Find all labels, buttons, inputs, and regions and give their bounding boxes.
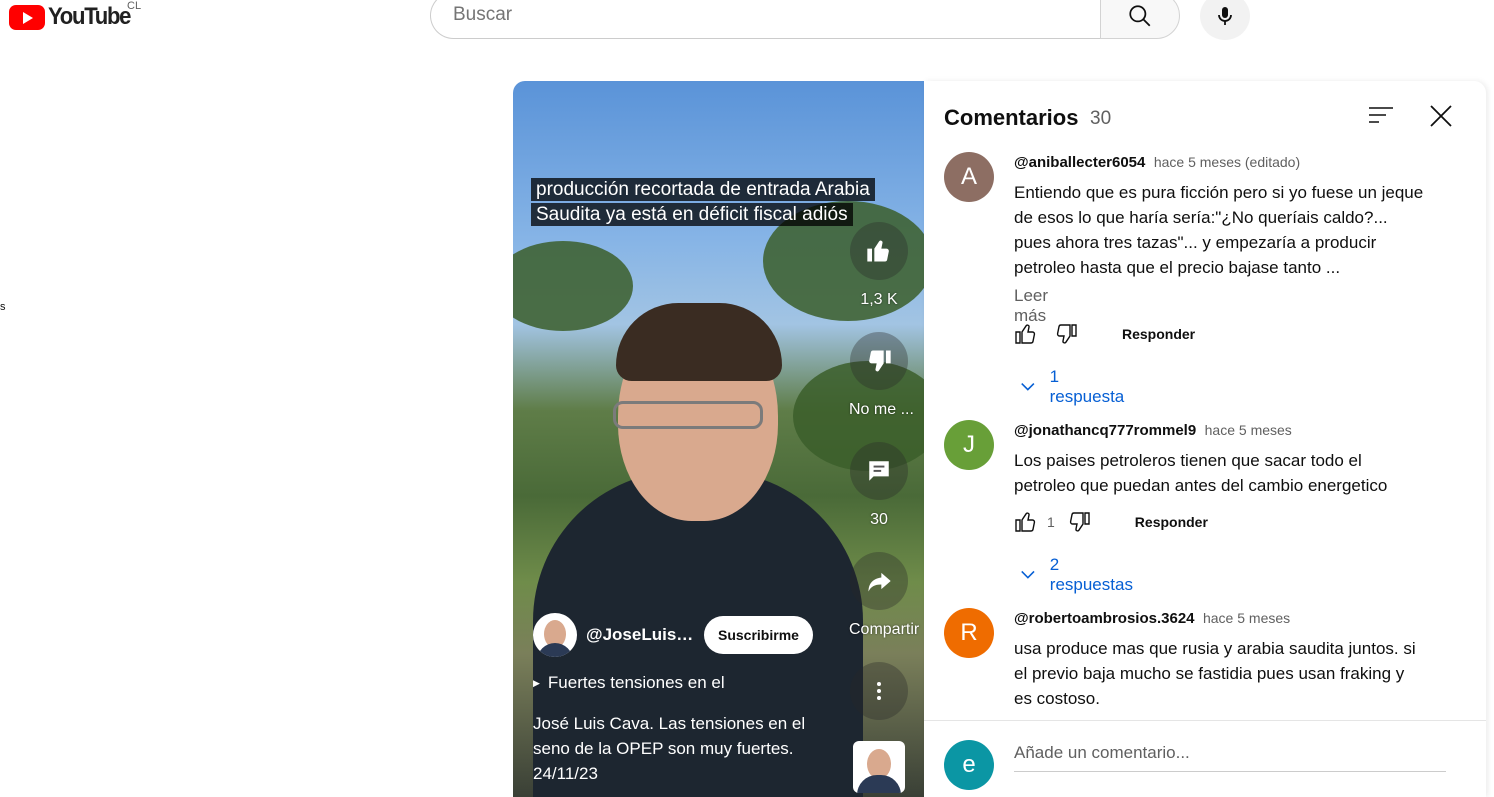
comment-avatar[interactable]: A <box>944 152 994 202</box>
search-box <box>430 0 1100 39</box>
comment-text: Entiendo que es pura ficción pero si yo … <box>1014 183 1424 277</box>
search-button[interactable] <box>1100 0 1180 39</box>
like-count: 1,3 K <box>860 291 898 308</box>
read-more-link[interactable]: Leer más <box>1014 286 1048 326</box>
current-user-avatar[interactable]: e <box>944 740 994 790</box>
comment-header: @jonathancq777rommel9 hace 5 meses <box>1014 422 1292 440</box>
youtube-play-icon <box>9 4 45 30</box>
share-button[interactable]: Compartir <box>849 552 920 639</box>
thumbs-down-icon <box>869 350 891 372</box>
comments-count: 30 <box>870 511 888 528</box>
replies-label: 2 respuestas <box>1049 555 1133 594</box>
comments-title: Comentarios <box>944 105 1079 130</box>
microphone-icon <box>1218 7 1232 25</box>
channel-thumbnail[interactable] <box>853 741 905 793</box>
share-icon <box>868 572 891 592</box>
comment-text: usa produce mas que rusia y arabia saudi… <box>1014 639 1416 708</box>
comment-avatar[interactable]: R <box>944 608 994 658</box>
comments-count-badge: 30 <box>1090 108 1112 129</box>
playlist-label: Fuertes tensiones en el <box>547 673 725 692</box>
like-button[interactable]: 1,3 K <box>849 222 909 309</box>
comment-author[interactable]: @jonathancq777rommel9 <box>1014 422 1196 439</box>
comment-author[interactable]: @robertoambrosios.3624 <box>1014 610 1195 627</box>
thumbs-up-icon <box>867 240 889 262</box>
add-comment-input[interactable] <box>1014 743 1446 772</box>
sort-icon[interactable] <box>1368 105 1394 127</box>
play-small-icon: ▶ <box>533 678 540 688</box>
channel-avatar[interactable] <box>533 613 577 657</box>
youtube-logo[interactable]: YouTube <box>9 3 137 30</box>
comment-header: @robertoambrosios.3624 hace 5 meses <box>1014 610 1290 628</box>
comment-icon <box>869 461 889 481</box>
video-caption: producción recortada de entrada Arabia S… <box>531 177 903 227</box>
more-vert-icon <box>877 682 881 700</box>
comment-like-count: 1 <box>1047 514 1055 530</box>
comment-actions: Responder <box>1014 321 1195 347</box>
thumbs-up-outline-icon[interactable] <box>1014 510 1038 534</box>
video-person-glasses <box>613 401 763 429</box>
short-video-player[interactable]: producción recortada de entrada Arabia S… <box>513 81 924 797</box>
close-icon[interactable] <box>1428 103 1454 129</box>
thumbs-down-outline-icon[interactable] <box>1054 322 1078 346</box>
share-label: Compartir <box>849 621 920 638</box>
view-replies-button[interactable]: 2 respuestas <box>1020 555 1135 595</box>
comment-avatar[interactable]: J <box>944 420 994 470</box>
chevron-down-icon <box>1021 570 1035 579</box>
voice-search-button[interactable] <box>1200 0 1250 40</box>
comments-panel: Comentarios 30 A @aniballecter6054 hace … <box>924 81 1486 797</box>
comment-time[interactable]: hace 5 meses (editado) <box>1154 154 1300 170</box>
playlist-link[interactable]: ▶ Fuertes tensiones en el <box>533 673 725 693</box>
dislike-label: No me ... <box>849 401 914 418</box>
sidebar-stub-text: s <box>0 301 6 313</box>
search-icon <box>1129 4 1151 26</box>
video-scenery <box>513 241 633 331</box>
comments-button[interactable]: 30 <box>849 442 909 529</box>
view-replies-button[interactable]: 1 respuesta <box>1020 367 1127 407</box>
country-code: CL <box>127 0 142 12</box>
comment-time[interactable]: hace 5 meses <box>1205 422 1292 438</box>
search-input[interactable] <box>451 3 1075 27</box>
channel-name[interactable]: @JoseLuisCava <box>586 625 698 645</box>
logo-text: YouTube <box>48 3 131 30</box>
comment-header: @aniballecter6054 hace 5 meses (editado) <box>1014 154 1300 172</box>
dislike-button[interactable]: No me ... <box>849 332 914 419</box>
thumbs-down-outline-icon[interactable] <box>1067 510 1091 534</box>
comment-text: Los paises petroleros tienen que sacar t… <box>1014 451 1388 495</box>
reply-button[interactable]: Responder <box>1135 514 1208 530</box>
channel-row: @JoseLuisCava Suscribirme <box>533 611 813 659</box>
comment-time[interactable]: hace 5 meses <box>1203 610 1290 626</box>
reply-button[interactable]: Responder <box>1122 326 1195 342</box>
comment-actions: 1 Responder <box>1014 509 1208 535</box>
subscribe-button[interactable]: Suscribirme <box>704 616 813 654</box>
more-actions-button[interactable] <box>849 662 909 720</box>
divider <box>924 720 1486 721</box>
replies-label: 1 respuesta <box>1049 367 1125 406</box>
video-description[interactable]: José Luis Cava. Las tensiones en el seno… <box>533 711 833 786</box>
thumbs-up-outline-icon[interactable] <box>1014 322 1038 346</box>
comment-author[interactable]: @aniballecter6054 <box>1014 154 1145 171</box>
chevron-down-icon <box>1021 382 1035 391</box>
video-person-hair <box>616 303 782 381</box>
